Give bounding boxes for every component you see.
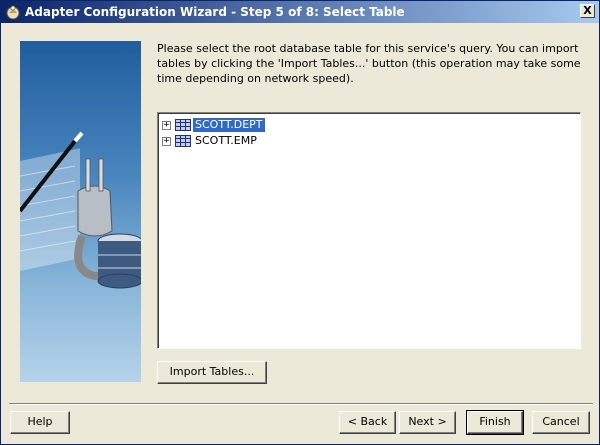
tree-item-scott-dept[interactable]: + SCOTT.DEPT	[162, 117, 265, 133]
title-bar[interactable]: Adapter Configuration Wizard - Step 5 of…	[1, 1, 599, 23]
footer-separator	[9, 403, 593, 405]
close-icon: X	[583, 4, 592, 17]
tree-item-label[interactable]: SCOTT.EMP	[193, 134, 259, 148]
wizard-side-illustration	[20, 41, 141, 382]
table-icon	[175, 119, 191, 131]
plug-illustration	[20, 131, 141, 289]
back-button[interactable]: < Back	[339, 411, 396, 434]
instructions-text: Please select the root database table fo…	[157, 42, 581, 85]
next-button[interactable]: Next >	[399, 411, 456, 434]
tree-item-label[interactable]: SCOTT.DEPT	[193, 118, 265, 132]
window-title: Adapter Configuration Wizard - Step 5 of…	[25, 5, 405, 19]
import-tables-button[interactable]: Import Tables...	[157, 361, 267, 384]
expand-icon[interactable]: +	[162, 136, 171, 146]
help-button[interactable]: Help	[10, 411, 70, 434]
wizard-window: Adapter Configuration Wizard - Step 5 of…	[0, 0, 600, 445]
table-icon	[175, 135, 191, 147]
wizard-app-icon	[6, 5, 20, 20]
finish-button[interactable]: Finish	[466, 410, 524, 435]
table-tree[interactable]: + SCOTT.DEPT + SCOTT.EMP	[157, 112, 581, 349]
tree-item-scott-emp[interactable]: + SCOTT.EMP	[162, 133, 259, 149]
expand-icon[interactable]: +	[162, 120, 171, 130]
cancel-button[interactable]: Cancel	[532, 411, 590, 434]
close-button[interactable]: X	[580, 4, 595, 18]
